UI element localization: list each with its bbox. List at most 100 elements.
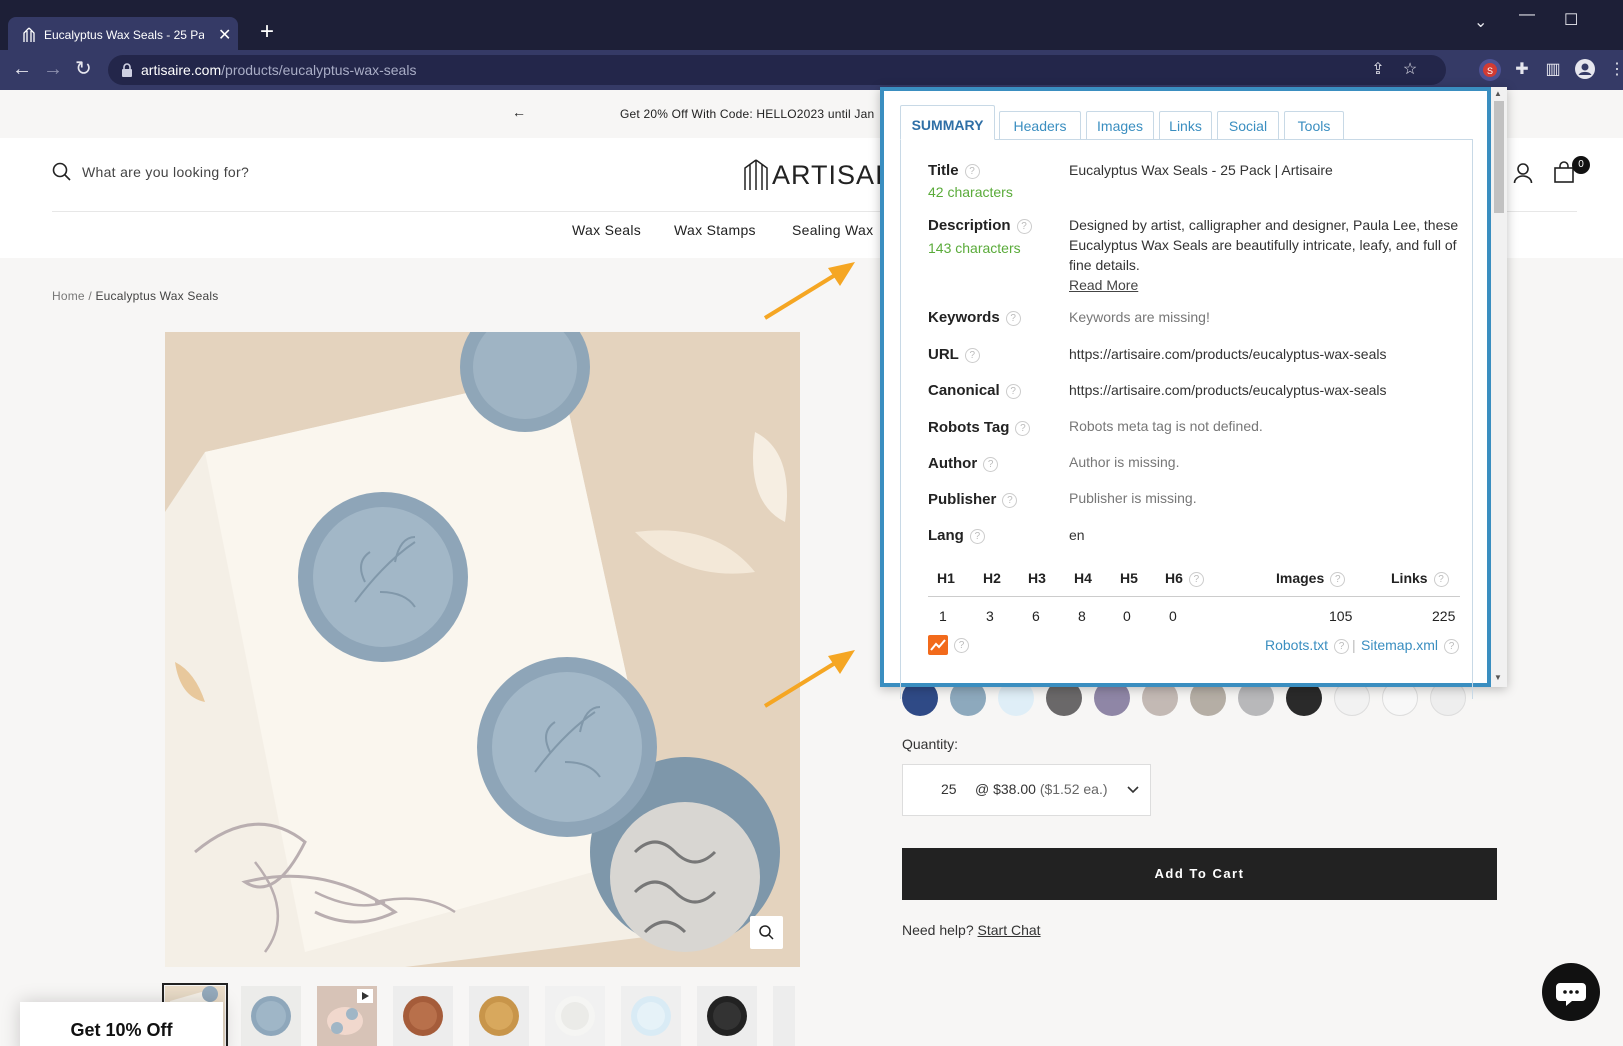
help-icon[interactable]: ? xyxy=(964,347,980,363)
side-panel-icon[interactable]: ▥ xyxy=(1541,58,1565,82)
minimize-window-icon[interactable]: — xyxy=(1519,6,1535,24)
product-main-image[interactable] xyxy=(165,332,800,967)
help-icon[interactable]: ? xyxy=(1005,310,1021,326)
announcement-prev-arrow-icon[interactable]: ← xyxy=(512,104,526,120)
tab-summary[interactable]: SUMMARY xyxy=(900,105,995,140)
help-icon[interactable]: ? xyxy=(1002,492,1018,508)
h4-header: H4 xyxy=(1074,570,1092,586)
canonical-value: https://artisaire.com/products/eucalyptu… xyxy=(1069,382,1387,398)
thumbnail-3-video[interactable] xyxy=(317,986,377,1046)
scroll-up-arrow-icon[interactable]: ▲ xyxy=(1494,89,1502,98)
nav-item-wax-seals[interactable]: Wax Seals xyxy=(572,222,641,238)
tab-search-chevron-icon[interactable]: ⌄ xyxy=(1474,12,1487,32)
bookmark-star-icon[interactable]: ☆ xyxy=(1398,58,1422,82)
scrollbar-thumb[interactable] xyxy=(1494,101,1504,213)
site-logo[interactable]: ARTISAIRE xyxy=(742,156,922,196)
discount-promo-tab[interactable]: Get 10% Off xyxy=(20,1002,223,1046)
back-arrow-icon[interactable]: ← xyxy=(12,58,32,80)
breadcrumb-separator: / xyxy=(88,289,92,303)
thumbnail-5[interactable] xyxy=(469,986,529,1046)
scroll-down-arrow-icon[interactable]: ▼ xyxy=(1494,673,1502,682)
help-icon[interactable]: ? xyxy=(954,638,969,653)
help-icon[interactable]: ? xyxy=(1433,571,1449,587)
link-separator: | xyxy=(1352,637,1356,653)
read-more-link[interactable]: Read More xyxy=(1069,277,1138,293)
sitemap-xml-link[interactable]: Sitemap.xml? xyxy=(1361,637,1460,654)
zoom-icon xyxy=(759,925,774,940)
lock-icon xyxy=(122,63,132,77)
description-row-label: Description? xyxy=(928,217,1032,234)
help-icon[interactable]: ? xyxy=(1188,571,1204,587)
help-icon[interactable]: ? xyxy=(1444,638,1460,654)
keywords-value: Keywords are missing! xyxy=(1069,309,1210,325)
chevron-down-icon xyxy=(1127,786,1139,794)
browser-toolbar: ← → ↻ artisaire.com/products/eucalyptus-… xyxy=(0,50,1623,90)
tab-images[interactable]: Images xyxy=(1086,111,1154,139)
seo-extension-icon[interactable]: S xyxy=(1478,58,1502,82)
help-icon[interactable]: ? xyxy=(1015,420,1031,436)
keywords-row-label: Keywords? xyxy=(928,309,1021,326)
tab-headers[interactable]: Headers xyxy=(999,111,1081,139)
trend-chart-icon[interactable] xyxy=(928,635,948,660)
maximize-window-icon[interactable]: ☐ xyxy=(1564,10,1578,30)
thumbnail-2[interactable] xyxy=(241,986,301,1046)
reload-icon[interactable]: ↻ xyxy=(75,58,92,80)
nav-item-sealing-wax[interactable]: Sealing Wax xyxy=(792,222,873,238)
extensions-puzzle-icon[interactable]: ✚ xyxy=(1510,58,1534,82)
url-value: https://artisaire.com/products/eucalyptu… xyxy=(1069,346,1387,362)
description-value: Designed by artist, calligrapher and des… xyxy=(1069,215,1464,295)
tab-tools[interactable]: Tools xyxy=(1284,111,1344,139)
help-icon[interactable]: ? xyxy=(1016,218,1032,234)
search-placeholder: What are you looking for? xyxy=(82,164,250,180)
close-tab-icon[interactable]: ✕ xyxy=(218,25,231,45)
forward-arrow-icon[interactable]: → xyxy=(43,58,63,80)
images-header: Images? xyxy=(1276,570,1346,587)
nav-item-wax-stamps[interactable]: Wax Stamps xyxy=(674,222,756,238)
url-host: artisaire.com xyxy=(141,62,222,78)
h2-header: H2 xyxy=(983,570,1001,586)
artisaire-logo-icon xyxy=(744,159,768,190)
help-icon[interactable]: ? xyxy=(1334,638,1350,654)
help-line: Need help? Start Chat xyxy=(902,922,1041,938)
tab-social[interactable]: Social xyxy=(1217,111,1279,139)
help-icon[interactable]: ? xyxy=(983,456,999,472)
help-icon[interactable]: ? xyxy=(1005,383,1021,399)
help-icon[interactable]: ? xyxy=(964,163,980,179)
cart-count-badge: 0 xyxy=(1572,156,1590,174)
browser-tabstrip: Eucalyptus Wax Seals - 25 Pack | Artisai… xyxy=(0,0,1623,53)
add-to-cart-button[interactable]: Add To Cart xyxy=(902,848,1497,900)
lang-row-label: Lang? xyxy=(928,527,985,544)
profile-avatar-icon[interactable] xyxy=(1573,58,1597,82)
thumbnail-6[interactable] xyxy=(545,986,605,1046)
tab-title: Eucalyptus Wax Seals - 25 Pack | Artisai… xyxy=(44,28,204,42)
h1-count: 1 xyxy=(939,608,947,624)
thumbnail-7[interactable] xyxy=(621,986,681,1046)
browser-menu-icon[interactable]: ⋮ xyxy=(1605,58,1623,82)
address-bar[interactable]: artisaire.com/products/eucalyptus-wax-se… xyxy=(108,55,1446,85)
quantity-price: @ $38.00 xyxy=(975,781,1036,797)
zoom-button[interactable] xyxy=(750,916,783,949)
breadcrumb-home[interactable]: Home xyxy=(52,289,85,303)
publisher-value: Publisher is missing. xyxy=(1069,490,1197,506)
account-icon[interactable] xyxy=(1513,162,1533,184)
seo-popup-scrollbar[interactable]: ▲ ▼ xyxy=(1487,87,1507,687)
new-tab-icon[interactable]: + xyxy=(260,20,274,44)
search-icon xyxy=(52,162,71,181)
thumbnail-8[interactable] xyxy=(697,986,757,1046)
quantity-value: 25 xyxy=(941,781,957,797)
breadcrumb-current: Eucalyptus Wax Seals xyxy=(95,289,219,303)
robots-txt-link[interactable]: Robots.txt? xyxy=(1265,637,1350,654)
help-icon[interactable]: ? xyxy=(969,528,985,544)
start-chat-link[interactable]: Start Chat xyxy=(978,922,1041,938)
lang-value: en xyxy=(1069,527,1085,543)
thumbnail-4[interactable] xyxy=(393,986,453,1046)
browser-tab-active[interactable]: Eucalyptus Wax Seals - 25 Pack | Artisai… xyxy=(8,17,238,53)
share-icon[interactable]: ⇪ xyxy=(1366,58,1390,82)
thumbnail-9-partial[interactable] xyxy=(773,986,795,1046)
help-icon[interactable]: ? xyxy=(1330,571,1346,587)
tab-links[interactable]: Links xyxy=(1159,111,1212,139)
chat-button[interactable] xyxy=(1542,963,1600,1021)
h5-count: 0 xyxy=(1123,608,1131,624)
quantity-select[interactable]: 25 @ $38.00 ($1.52 ea.) xyxy=(902,764,1151,816)
h2-count: 3 xyxy=(986,608,994,624)
